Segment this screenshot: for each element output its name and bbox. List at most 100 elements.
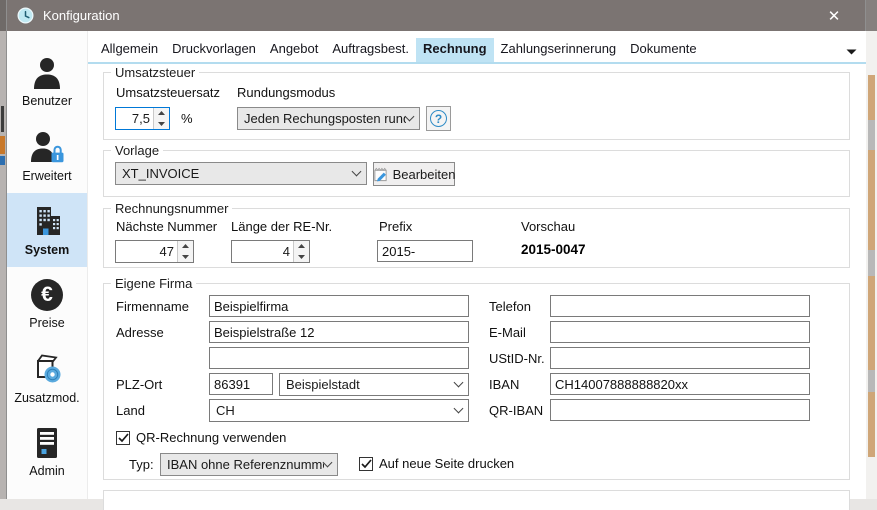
ort-select[interactable]: Beispielstadt: [279, 373, 469, 396]
group-title: Eigene Firma: [111, 276, 196, 291]
window-title: Konfiguration: [43, 8, 120, 23]
qr-rechnung-checkbox[interactable]: [116, 431, 130, 445]
tab-rechnung[interactable]: Rechnung: [416, 38, 494, 62]
tab-dokumente[interactable]: Dokumente: [623, 38, 703, 62]
spinner-down-button[interactable]: [294, 252, 309, 263]
naechste-nummer-spinner[interactable]: 47: [115, 240, 194, 263]
sidebar-item-benutzer[interactable]: Benutzer: [7, 45, 87, 119]
close-icon: ✕: [828, 7, 841, 25]
user-icon: [30, 57, 64, 89]
umsatzsteuersatz-spinner[interactable]: 7,5: [115, 107, 170, 130]
spinner-up-icon: [182, 244, 189, 248]
help-button[interactable]: ?: [426, 106, 451, 131]
sidebar-item-system[interactable]: System: [7, 193, 87, 267]
tab-allgemein[interactable]: Allgemein: [94, 38, 165, 62]
land-value: CH: [216, 403, 455, 418]
sidebar-item-label: Preise: [29, 316, 64, 330]
qr-iban-label: QR-IBAN: [489, 403, 543, 418]
vorschau-value: 2015-0047: [521, 242, 586, 257]
sidebar-item-label: Erweitert: [22, 169, 71, 183]
ustid-input[interactable]: [550, 347, 810, 369]
background-fragment: [868, 120, 875, 150]
sidebar: Benutzer Erweitert: [7, 31, 87, 499]
typ-select[interactable]: IBAN ohne Referenznummer: [160, 453, 338, 476]
user-lock-icon: [29, 130, 65, 164]
group-rechnungsnummer: Rechnungsnummer Nächste Nummer 47 Länge …: [103, 208, 850, 268]
chevron-down-icon: [405, 112, 415, 122]
titlebar[interactable]: Konfiguration ✕: [7, 0, 865, 31]
iban-label: IBAN: [489, 377, 519, 392]
land-select[interactable]: CH: [209, 399, 469, 422]
group-title: Rechnungsnummer: [111, 201, 232, 216]
sidebar-item-admin[interactable]: Admin: [7, 415, 87, 489]
vorschau-label: Vorschau: [521, 219, 575, 234]
background-fragment: [1, 106, 4, 132]
chevron-down-icon: [323, 458, 333, 468]
spinner-down-button[interactable]: [178, 252, 193, 263]
rundungsmodus-value: Jeden Rechungsposten runden: [244, 111, 406, 126]
background-titlebar-fragment: [866, 0, 877, 31]
qr-iban-input[interactable]: [550, 399, 810, 421]
rundungsmodus-select[interactable]: Jeden Rechungsposten runden: [237, 107, 420, 130]
group-title: Umsatzsteuer: [111, 65, 199, 80]
close-button[interactable]: ✕: [817, 0, 851, 31]
plz-ort-label: PLZ-Ort: [116, 377, 162, 392]
laenge-re-nr-spinner[interactable]: 4: [231, 240, 310, 263]
tab-bar: Allgemein Druckvorlagen Angebot Auftrags…: [94, 38, 840, 62]
iban-input[interactable]: [550, 373, 810, 395]
group-vorlage: Vorlage XT_INVOICE Bearbeiten: [103, 150, 850, 197]
group-partial-bottom: [103, 490, 850, 510]
edit-icon: [373, 167, 388, 182]
naechste-nummer-value[interactable]: 47: [116, 241, 178, 262]
tab-auftragsbest[interactable]: Auftragsbest.: [325, 38, 416, 62]
sidebar-item-label: Admin: [29, 464, 64, 478]
prefix-label: Prefix: [379, 219, 412, 234]
ustid-label: UStID-Nr.: [489, 351, 545, 366]
sidebar-item-erweitert[interactable]: Erweitert: [7, 119, 87, 193]
sidebar-item-preise[interactable]: € Preise: [7, 267, 87, 341]
chevron-down-icon: [454, 404, 464, 414]
sidebar-item-zusatzmod[interactable]: Zusatzmod.: [7, 341, 87, 415]
qr-rechnung-checkbox-row: QR-Rechnung verwenden: [116, 430, 286, 445]
euro-glyph: €: [41, 283, 53, 307]
tab-overflow-button[interactable]: [846, 43, 857, 58]
group-eigene-firma: Eigene Firma Firmenname Telefon Adresse …: [103, 283, 850, 480]
telefon-input[interactable]: [550, 295, 810, 317]
spinner-up-button[interactable]: [178, 241, 193, 252]
spinner-up-button[interactable]: [294, 241, 309, 252]
tab-angebot[interactable]: Angebot: [263, 38, 325, 62]
sidebar-item-label: System: [25, 243, 69, 257]
adresse2-input[interactable]: [209, 347, 469, 369]
neue-seite-checkbox[interactable]: [359, 457, 373, 471]
tab-zahlungserinnerung[interactable]: Zahlungserinnerung: [494, 38, 624, 62]
land-label: Land: [116, 403, 145, 418]
neue-seite-label: Auf neue Seite drucken: [379, 456, 514, 471]
laenge-re-nr-value[interactable]: 4: [232, 241, 294, 262]
spinner-up-button[interactable]: [154, 108, 169, 119]
firmenname-input[interactable]: [209, 295, 469, 317]
spinner-down-button[interactable]: [154, 119, 169, 130]
spinner-down-icon: [182, 255, 189, 259]
umsatzsteuersatz-value[interactable]: 7,5: [116, 108, 154, 129]
chevron-down-icon: [454, 378, 464, 388]
vorlage-select[interactable]: XT_INVOICE: [115, 162, 367, 185]
neue-seite-checkbox-row: Auf neue Seite drucken: [359, 456, 514, 471]
prefix-input[interactable]: [377, 240, 473, 262]
chevron-down-icon: [352, 167, 362, 177]
bearbeiten-label: Bearbeiten: [393, 167, 456, 182]
adresse-input[interactable]: [209, 321, 469, 343]
typ-label: Typ:: [129, 457, 154, 472]
background-window-right-strip: [866, 0, 877, 499]
spinner-down-icon: [298, 255, 305, 259]
bearbeiten-button[interactable]: Bearbeiten: [373, 162, 455, 186]
laenge-re-nr-label: Länge der RE-Nr.: [231, 219, 332, 234]
email-input[interactable]: [550, 321, 810, 343]
content-panel: Allgemein Druckvorlagen Angebot Auftrags…: [87, 31, 866, 499]
plz-input[interactable]: [209, 373, 273, 395]
group-title: Vorlage: [111, 143, 163, 158]
spinner-down-icon: [158, 122, 165, 126]
adresse-label: Adresse: [116, 325, 164, 340]
konfiguration-dialog: Konfiguration ✕ Benutzer: [6, 0, 866, 499]
building-icon: [30, 204, 64, 238]
tab-druckvorlagen[interactable]: Druckvorlagen: [165, 38, 263, 62]
